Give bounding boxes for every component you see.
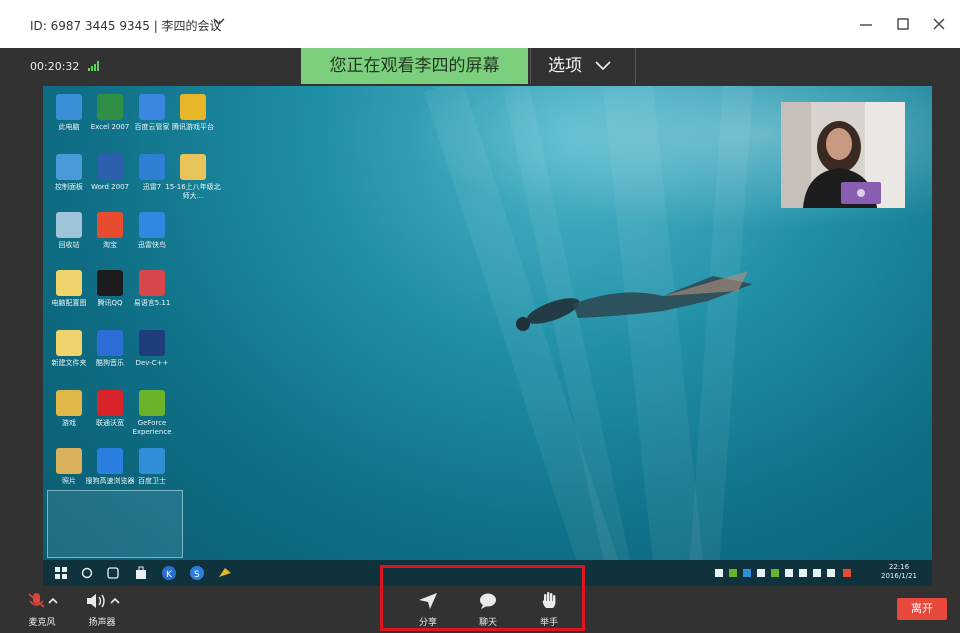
taskbar-clock: 22:16 2016/1/21 — [881, 563, 917, 581]
desktop-app-icon — [56, 390, 82, 416]
desktop-app-icon — [180, 154, 206, 180]
desktop-app-icon — [56, 270, 82, 296]
desktop-icon-label: GeForce Experience — [132, 419, 172, 436]
system-tray-icons — [715, 569, 851, 577]
leave-meeting-button[interactable]: 离开 — [897, 598, 947, 620]
desktop-app-icon — [139, 330, 165, 356]
options-label: 选项 — [548, 56, 582, 76]
desktop-app-icon — [97, 212, 123, 238]
maximize-icon[interactable] — [893, 14, 913, 34]
presenter-video-thumbnail[interactable] — [781, 102, 905, 208]
desktop-app-icon — [97, 94, 123, 120]
left-margin — [0, 86, 43, 586]
right-margin — [932, 86, 960, 586]
desktop-app-icon — [56, 330, 82, 356]
title-bar: ID: 6987 3445 9345 | 李四的会议 — [0, 0, 960, 49]
presenter-avatar — [781, 102, 905, 208]
desktop-app-icon — [56, 94, 82, 120]
diver-figure — [516, 271, 753, 331]
signal-strength-icon — [88, 61, 99, 71]
desktop-app-icon — [56, 212, 82, 238]
search-circle-icon — [81, 567, 93, 579]
desktop-icon[interactable]: 迅雷快鸟 — [124, 212, 180, 250]
minimize-icon[interactable] — [856, 14, 876, 34]
desktop-icon[interactable]: 腾讯游戏平台 — [165, 94, 221, 132]
desktop-app-icon — [139, 154, 165, 180]
svg-text:S: S — [194, 570, 200, 580]
viewing-screen-banner: 您正在观看李四的屏幕 — [301, 48, 528, 84]
desktop-icon[interactable]: 15-16上八年级北师大... — [165, 154, 221, 201]
highlight-annotation-box — [380, 565, 585, 631]
desktop-app-icon — [97, 330, 123, 356]
microphone-muted-icon — [28, 593, 58, 608]
desktop-app-icon — [139, 270, 165, 296]
store-icon — [136, 566, 146, 579]
desktop-icon-label: 迅雷快鸟 — [138, 241, 166, 249]
desktop-app-icon — [180, 94, 206, 120]
desktop-icon-label: Dev-C++ — [135, 359, 169, 367]
desktop-app-icon — [139, 448, 165, 474]
desktop-app-icon — [56, 448, 82, 474]
desktop-app-icon — [56, 154, 82, 180]
desktop-icon-label: 腾讯游戏平台 — [172, 123, 214, 131]
meeting-top-bar: 00:20:32 您正在观看李四的屏幕 选项 — [0, 48, 960, 86]
desktop-app-icon — [97, 270, 123, 296]
desktop-app-icon — [139, 94, 165, 120]
desktop-icon[interactable]: 百度卫士 — [124, 448, 180, 486]
desktop-icon[interactable]: GeForce Experience — [124, 390, 180, 437]
desktop-icon-label: 易语言5.11 — [133, 299, 171, 307]
speaker-icon — [87, 594, 120, 608]
desktop-icon[interactable]: 易语言5.11 — [124, 270, 180, 308]
desktop-app-icon — [97, 448, 123, 474]
meeting-id-title[interactable]: ID: 6987 3445 9345 | 李四的会议 — [30, 17, 222, 34]
close-icon[interactable] — [929, 14, 949, 34]
game-taskbar-icon — [219, 568, 231, 577]
desktop-app-icon — [97, 154, 123, 180]
task-view-icon — [107, 567, 119, 579]
microphone-label: 麦克风 — [28, 618, 56, 628]
desktop-icon-label: 百度卫士 — [138, 477, 166, 485]
chevron-down-icon — [595, 61, 611, 71]
speaker-button[interactable]: 扬声器 — [80, 592, 124, 628]
taskbar-time: 22:16 — [888, 563, 910, 571]
kugou-taskbar-icon: K — [162, 566, 176, 580]
sogou-taskbar-icon: S — [190, 566, 204, 580]
desktop-app-icon — [139, 390, 165, 416]
desktop-app-icon — [139, 212, 165, 238]
shared-screen: 此电脑 Excel 2007 百度云管家 腾讯游戏平台 控制面板 Word 2007 迅雷7… — [43, 86, 932, 586]
view-options-dropdown[interactable]: 选项 — [530, 48, 636, 84]
desktop-icon-label: 15-16上八年级北师大... — [165, 183, 221, 200]
microphone-button[interactable]: 麦克风 — [22, 592, 62, 628]
selection-rectangle — [47, 490, 183, 558]
meeting-timer: 00:20:32 — [30, 60, 80, 73]
desktop-app-icon — [97, 390, 123, 416]
desktop-icon[interactable]: Dev-C++ — [124, 330, 180, 368]
speaker-label: 扬声器 — [88, 618, 116, 628]
chevron-down-icon[interactable] — [212, 15, 226, 29]
windows-start-icon — [55, 567, 67, 579]
taskbar-date: 2016/1/21 — [881, 572, 917, 580]
